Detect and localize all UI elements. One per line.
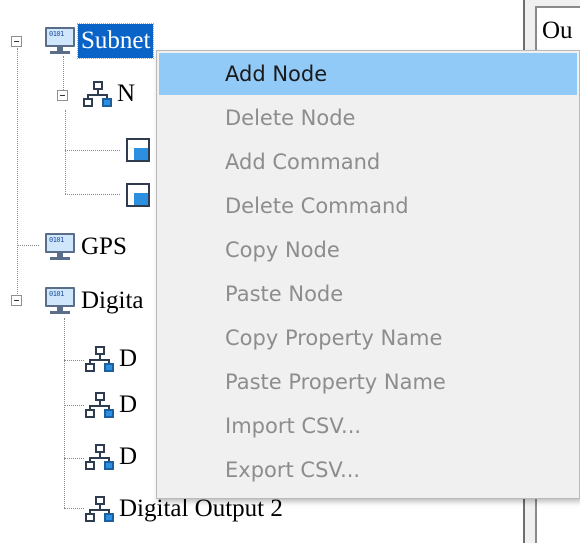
tree-node-command[interactable]	[125, 176, 151, 214]
tree-node[interactable]: D	[84, 438, 140, 476]
collapse-toggle[interactable]	[57, 90, 68, 101]
network-icon	[84, 390, 116, 420]
tree-node-label: D	[119, 345, 138, 372]
menu-item-delete-node[interactable]: Delete Node	[159, 97, 577, 139]
tree-node-label: Digita	[81, 287, 144, 314]
tree-node-subnet[interactable]: 0101 Subnet	[42, 22, 155, 60]
collapse-toggle[interactable]	[11, 295, 22, 306]
monitor-icon: 0101	[42, 232, 78, 262]
tree-node-label: D	[119, 391, 138, 418]
tree-node[interactable]: D	[84, 386, 140, 424]
command-icon	[125, 181, 151, 209]
tree-node-label: D	[119, 443, 138, 470]
tree-guide-line	[64, 360, 84, 361]
tree-node-command[interactable]	[125, 131, 151, 169]
menu-item-export-csv[interactable]: Export CSV...	[159, 449, 577, 491]
network-icon	[84, 494, 116, 524]
tree-guide-line	[17, 245, 39, 246]
tree-node-label: N	[117, 80, 136, 107]
monitor-icon: 0101	[42, 286, 78, 316]
menu-item-paste-property-name[interactable]: Paste Property Name	[159, 361, 577, 403]
menu-item-import-csv[interactable]: Import CSV...	[159, 405, 577, 447]
network-icon	[84, 344, 116, 374]
output-panel-text: Ou	[542, 17, 573, 44]
tree-guide-line	[65, 194, 120, 195]
menu-item-add-command[interactable]: Add Command	[159, 141, 577, 183]
tree-guide-line	[64, 508, 84, 509]
menu-item-delete-command[interactable]: Delete Command	[159, 185, 577, 227]
monitor-icon: 0101	[42, 26, 78, 56]
menu-item-copy-node[interactable]: Copy Node	[159, 229, 577, 271]
network-icon	[82, 79, 114, 109]
tree-guide-line	[65, 150, 120, 151]
tree-node-digital[interactable]: 0101 Digita	[42, 282, 147, 320]
tree-node[interactable]: N	[82, 75, 138, 113]
tree-node-label: Subnet	[76, 23, 155, 59]
menu-item-copy-property-name[interactable]: Copy Property Name	[159, 317, 577, 359]
menu-item-add-node[interactable]: Add Node	[159, 53, 577, 95]
collapse-toggle[interactable]	[11, 36, 22, 47]
tree-node[interactable]: D	[84, 340, 140, 378]
tree-guide-line	[65, 110, 66, 194]
tree-guide-line	[64, 458, 84, 459]
tree-node-label: GPS	[81, 233, 127, 260]
tree-guide-line	[64, 318, 65, 508]
context-menu: Add Node Delete Node Add Command Delete …	[156, 50, 580, 499]
network-icon	[84, 442, 116, 472]
menu-item-paste-node[interactable]: Paste Node	[159, 273, 577, 315]
command-icon	[125, 136, 151, 164]
tree-guide-line	[64, 405, 84, 406]
tree-guide-line	[17, 48, 18, 304]
tree-node-gps[interactable]: 0101 GPS	[42, 228, 130, 266]
